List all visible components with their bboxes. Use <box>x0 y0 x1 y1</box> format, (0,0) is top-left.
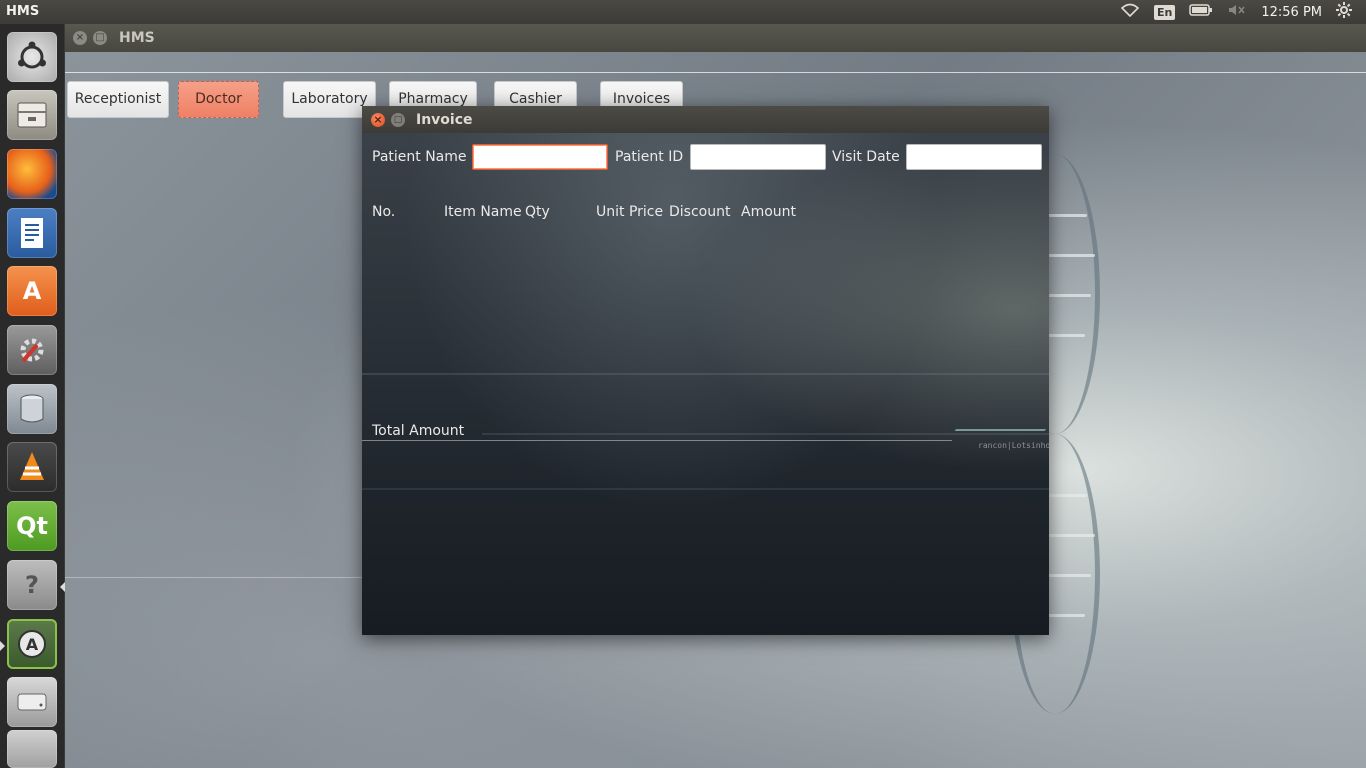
qt-creator-icon[interactable]: Qt <box>7 501 57 551</box>
battery-icon[interactable] <box>1189 3 1213 21</box>
writer-icon[interactable] <box>7 208 57 258</box>
trash-icon[interactable] <box>7 730 57 768</box>
software-center-icon[interactable]: A <box>7 266 57 316</box>
database-icon[interactable] <box>7 384 57 434</box>
vlc-icon[interactable] <box>7 442 57 492</box>
col-header-amount: Amount <box>741 204 797 220</box>
patient-id-label: Patient ID <box>615 149 684 165</box>
invoice-dialog-titlebar[interactable]: × □ Invoice <box>362 106 1049 133</box>
system-tray: En 12:56 PM <box>1120 0 1366 24</box>
running-indicator <box>0 641 5 651</box>
patient-id-input[interactable] <box>690 144 826 170</box>
volume-muted-icon[interactable] <box>1227 3 1247 21</box>
col-header-no: No. <box>372 204 396 220</box>
decor-slant <box>947 429 1047 439</box>
receptionist-button[interactable]: Receptionist <box>67 81 169 118</box>
firefox-icon[interactable] <box>7 149 57 199</box>
total-divider <box>362 440 952 441</box>
background-watermark: rancon|Lotsinho <box>978 441 1049 450</box>
disk-icon[interactable] <box>7 677 57 727</box>
maximize-icon[interactable]: □ <box>391 113 405 127</box>
software-updater-icon[interactable]: A <box>7 619 57 669</box>
close-icon[interactable]: × <box>371 113 385 127</box>
invoice-dialog-body: Patient Name Patient ID Visit Date No. I… <box>362 133 1049 635</box>
invoice-dialog-title: Invoice <box>416 112 473 128</box>
svg-text:A: A <box>26 635 39 654</box>
help-icon[interactable]: ? <box>7 560 57 610</box>
col-header-item-name: Item Name <box>444 204 522 220</box>
doctor-button[interactable]: Doctor <box>178 81 259 118</box>
maximize-icon[interactable]: □ <box>93 31 107 45</box>
ubuntu-dash-icon[interactable] <box>7 32 57 82</box>
visit-date-label: Visit Date <box>832 149 900 165</box>
col-header-discount: Discount <box>669 204 731 220</box>
col-header-unit-price: Unit Price <box>596 204 664 220</box>
total-amount-label: Total Amount <box>372 423 465 439</box>
decor-line <box>65 72 1366 73</box>
close-icon[interactable]: × <box>73 31 87 45</box>
top-panel: HMS En 12:56 PM <box>0 0 1366 24</box>
main-window-titlebar: × □ HMS <box>65 24 1366 52</box>
keyboard-layout-indicator[interactable]: En <box>1153 4 1176 20</box>
files-icon[interactable] <box>7 90 57 140</box>
col-header-qty: Qty <box>525 204 550 220</box>
clock[interactable]: 12:56 PM <box>1261 5 1322 20</box>
patient-name-label: Patient Name <box>372 149 467 165</box>
decor-line-lower <box>65 577 362 578</box>
invoice-dialog: × □ Invoice Patient Name Patient ID Visi… <box>362 106 1049 635</box>
gear-icon[interactable] <box>1336 2 1352 22</box>
launcher: A Qt ? A <box>0 24 65 768</box>
visit-date-input[interactable] <box>906 144 1042 170</box>
wifi-icon[interactable] <box>1120 2 1140 22</box>
patient-name-input[interactable] <box>472 144 608 170</box>
main-window-title: HMS <box>119 30 155 46</box>
system-settings-icon[interactable] <box>7 325 57 375</box>
active-app-name: HMS <box>6 4 40 19</box>
